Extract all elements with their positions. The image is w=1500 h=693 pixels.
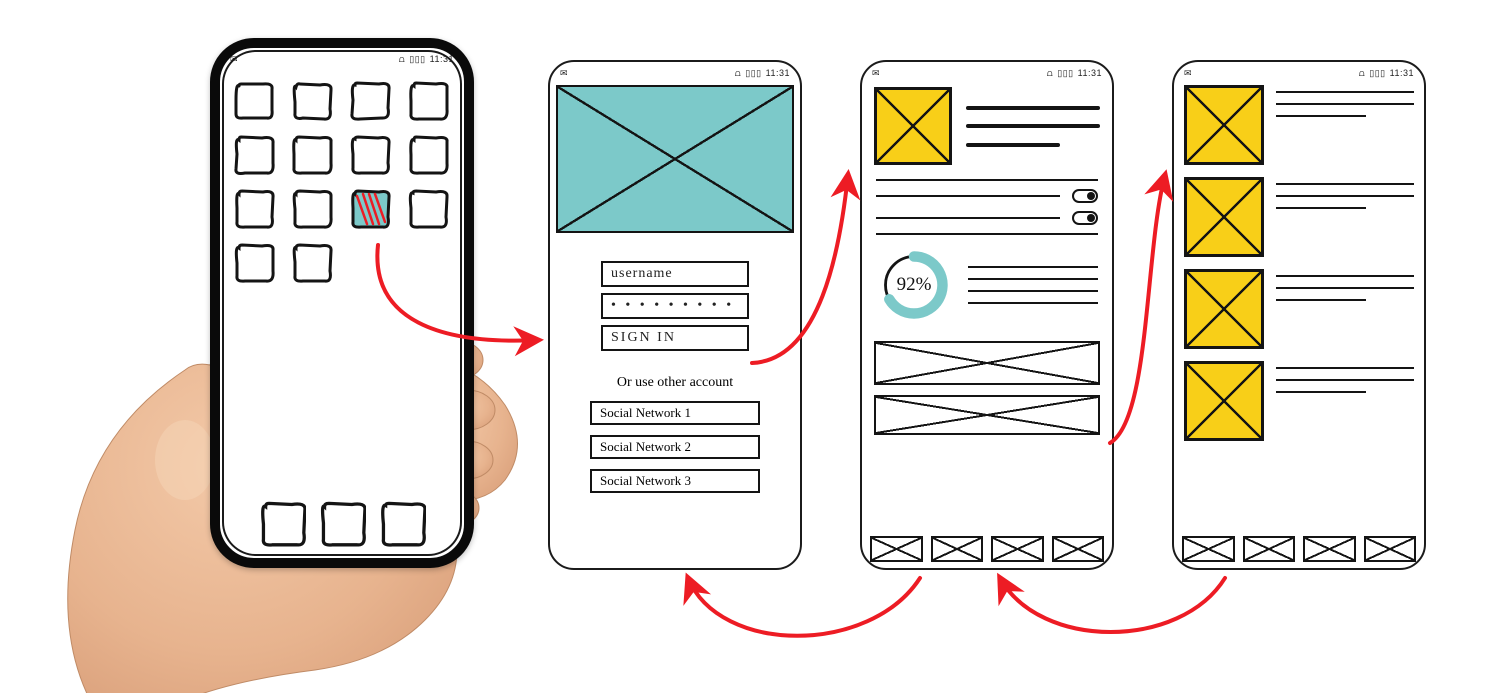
gauge-value: 92% — [876, 247, 952, 323]
text-line — [876, 233, 1098, 235]
avatar-placeholder — [874, 87, 952, 165]
signal-icon: ▯▯▯ — [409, 54, 425, 65]
dock-icon[interactable] — [381, 502, 423, 544]
status-bar: ✉ ⩍ ▯▯▯ 11:31 — [550, 62, 800, 81]
mail-icon: ✉ — [872, 68, 880, 79]
password-dots: • • • • • • • • • — [611, 298, 734, 314]
item-text-placeholder — [1276, 177, 1414, 209]
dock-icon[interactable] — [261, 502, 303, 544]
app-icon[interactable] — [410, 137, 448, 175]
social-button-3[interactable]: Social Network 3 — [590, 469, 760, 493]
list-item[interactable] — [1184, 269, 1414, 349]
progress-gauge: 92% — [876, 247, 952, 323]
status-time: 11:31 — [430, 54, 454, 64]
tab-item[interactable] — [991, 536, 1044, 562]
mail-icon: ✉ — [1184, 68, 1192, 79]
status-time: 11:31 — [1078, 68, 1102, 78]
app-icon[interactable] — [294, 245, 332, 283]
tab-item[interactable] — [1364, 536, 1417, 562]
tab-item[interactable] — [1182, 536, 1235, 562]
app-icon[interactable] — [410, 191, 448, 229]
dock-icon[interactable] — [321, 502, 363, 544]
app-icon[interactable] — [236, 83, 274, 121]
social-button-1[interactable]: Social Network 1 — [590, 401, 760, 425]
content-list — [1174, 81, 1424, 441]
app-icon[interactable] — [236, 191, 274, 229]
toggle-switch[interactable] — [1072, 189, 1098, 203]
text-line — [876, 179, 1098, 181]
setting-label-line — [876, 217, 1060, 219]
app-icon[interactable] — [352, 83, 390, 121]
hero-image-placeholder — [556, 85, 794, 233]
app-icon[interactable] — [236, 245, 274, 283]
phone-home: ✉ ⩍ ▯▯▯ 11:31 — [210, 38, 474, 568]
item-text-placeholder — [1276, 361, 1414, 393]
signal-icon: ▯▯▯ — [1369, 68, 1385, 79]
thumbnail-placeholder — [1184, 269, 1264, 349]
signal-icon: ▯▯▯ — [1057, 68, 1073, 79]
social-label: Social Network 3 — [600, 473, 691, 489]
tab-item[interactable] — [870, 536, 923, 562]
tab-bar — [1182, 536, 1416, 562]
wifi-icon: ⩍ — [399, 54, 405, 65]
status-time: 11:31 — [1390, 68, 1414, 78]
mail-icon: ✉ — [230, 54, 238, 65]
toggle-switch[interactable] — [1072, 211, 1098, 225]
status-bar: ✉ ⩍ ▯▯▯ 11:31 — [1174, 62, 1424, 81]
tab-item[interactable] — [931, 536, 984, 562]
wifi-icon: ⩍ — [735, 68, 741, 79]
phone-dashboard: ✉ ⩍ ▯▯▯ 11:31 92% — [860, 60, 1114, 570]
app-icon[interactable] — [294, 137, 332, 175]
app-icon[interactable] — [352, 137, 390, 175]
status-time: 11:31 — [766, 68, 790, 78]
gauge-text-placeholder — [968, 266, 1098, 304]
title-text-placeholder — [966, 87, 1100, 165]
banner-placeholder[interactable] — [874, 395, 1100, 435]
wifi-icon: ⩍ — [1047, 68, 1053, 79]
app-icon-highlighted[interactable] — [352, 191, 390, 229]
signin-button[interactable]: SIGN IN — [601, 325, 749, 351]
username-field[interactable]: username — [601, 261, 749, 287]
signal-icon: ▯▯▯ — [745, 68, 761, 79]
list-item[interactable] — [1184, 177, 1414, 257]
list-item[interactable] — [1184, 85, 1414, 165]
username-label: username — [611, 266, 673, 282]
home-grid — [220, 67, 464, 283]
app-icon[interactable] — [236, 137, 274, 175]
tab-item[interactable] — [1303, 536, 1356, 562]
social-label: Social Network 2 — [600, 439, 691, 455]
password-field[interactable]: • • • • • • • • • — [601, 293, 749, 319]
item-text-placeholder — [1276, 85, 1414, 117]
app-icon[interactable] — [410, 83, 448, 121]
dock — [220, 502, 464, 544]
tab-bar — [870, 536, 1104, 562]
thumbnail-placeholder — [1184, 85, 1264, 165]
phone-login: ✉ ⩍ ▯▯▯ 11:31 username • • • • • • • • • S… — [548, 60, 802, 570]
item-text-placeholder — [1276, 269, 1414, 301]
banner-placeholder[interactable] — [874, 341, 1100, 385]
status-bar: ✉ ⩍ ▯▯▯ 11:31 — [862, 62, 1112, 81]
app-icon[interactable] — [294, 191, 332, 229]
status-bar: ✉ ⩍ ▯▯▯ 11:31 — [220, 48, 464, 67]
setting-label-line — [876, 195, 1060, 197]
app-icon[interactable] — [294, 83, 332, 121]
social-label: Social Network 1 — [600, 405, 691, 421]
tab-item[interactable] — [1052, 536, 1105, 562]
social-button-2[interactable]: Social Network 2 — [590, 435, 760, 459]
thumbnail-placeholder — [1184, 361, 1264, 441]
mail-icon: ✉ — [560, 68, 568, 79]
tab-item[interactable] — [1243, 536, 1296, 562]
thumbnail-placeholder — [1184, 177, 1264, 257]
list-item[interactable] — [1184, 361, 1414, 441]
signin-label: SIGN IN — [611, 330, 676, 346]
alternate-login-label: Or use other account — [617, 375, 733, 391]
wifi-icon: ⩍ — [1359, 68, 1365, 79]
phone-list: ✉ ⩍ ▯▯▯ 11:31 — [1172, 60, 1426, 570]
